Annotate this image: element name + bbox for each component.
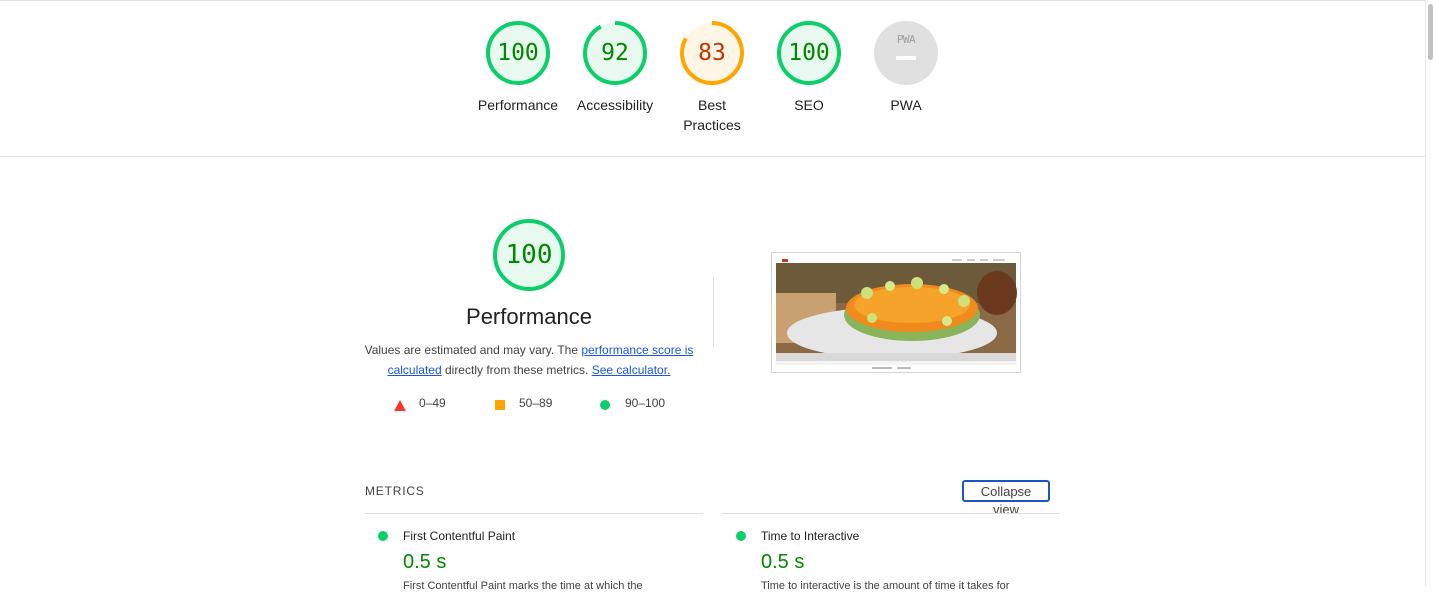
metrics-header: METRICS: [365, 484, 425, 498]
metrics-divider: [722, 513, 1060, 514]
metric-value-tti: 0.5 s: [761, 551, 805, 573]
scrollbar-thumb[interactable]: [1428, 4, 1433, 60]
performance-score: 100: [505, 240, 553, 270]
legend-range: 0–49: [419, 396, 446, 410]
gauge-label: Performance: [477, 97, 559, 113]
gauge-score: 100: [497, 40, 539, 66]
pass-circle-icon: [378, 531, 388, 541]
header-divider: [0, 156, 1425, 157]
gauge-pwa[interactable]: PWA PWA: [856, 20, 956, 115]
circle-green-icon: [600, 400, 610, 410]
pass-circle-icon: [736, 531, 746, 541]
performance-title: Performance: [466, 304, 592, 329]
gauge-seo[interactable]: 100 SEO: [759, 20, 859, 115]
desc-text: Values are estimated and may vary. The: [364, 343, 582, 357]
legend-range: 50–89: [519, 396, 553, 410]
metric-desc-tti: Time to interactive is the amount of tim…: [761, 580, 1010, 592]
gauge-label: SEO: [794, 97, 824, 113]
scrollbar-track[interactable]: [1425, 0, 1433, 586]
performance-gauge-large: 100: [492, 218, 566, 292]
section-separator: [713, 277, 714, 347]
pwa-logo-text: PWA: [896, 33, 916, 46]
gauge-accessibility[interactable]: 92 Accessibility: [565, 20, 665, 115]
pwa-badge-icon: [874, 21, 938, 85]
metrics-divider: [365, 513, 703, 514]
see-calculator-link[interactable]: See calculator.: [592, 363, 671, 377]
desc-text: directly from these metrics.: [441, 363, 592, 377]
gauge-best-practices[interactable]: 83 Best Practices: [676, 20, 748, 135]
triangle-red-icon: [394, 400, 406, 411]
metric-value-fcp: 0.5 s: [403, 551, 447, 573]
gauge-score: 100: [788, 40, 830, 66]
gauge-score: 92: [601, 40, 629, 66]
gauge-label: Best Practices: [683, 97, 741, 133]
top-border: [0, 0, 1425, 1]
gauge-performance[interactable]: 100 Performance: [468, 20, 568, 115]
gauge-label: Accessibility: [576, 97, 654, 113]
metric-name-fcp: First Contentful Paint: [403, 529, 516, 543]
legend-range: 90–100: [625, 396, 666, 410]
metric-name-tti: Time to Interactive: [761, 529, 860, 543]
square-orange-icon: [495, 400, 505, 410]
final-screenshot-thumbnail: [771, 252, 1021, 373]
gauge-label: PWA: [890, 97, 922, 113]
performance-description: Values are estimated and may vary. The p…: [364, 340, 694, 380]
collapse-view-button[interactable]: Collapse view: [962, 480, 1050, 517]
gauge-score: 83: [698, 40, 726, 66]
cake-photo-image: [776, 257, 1017, 369]
metric-desc-fcp: First Contentful Paint marks the time at…: [403, 580, 643, 592]
